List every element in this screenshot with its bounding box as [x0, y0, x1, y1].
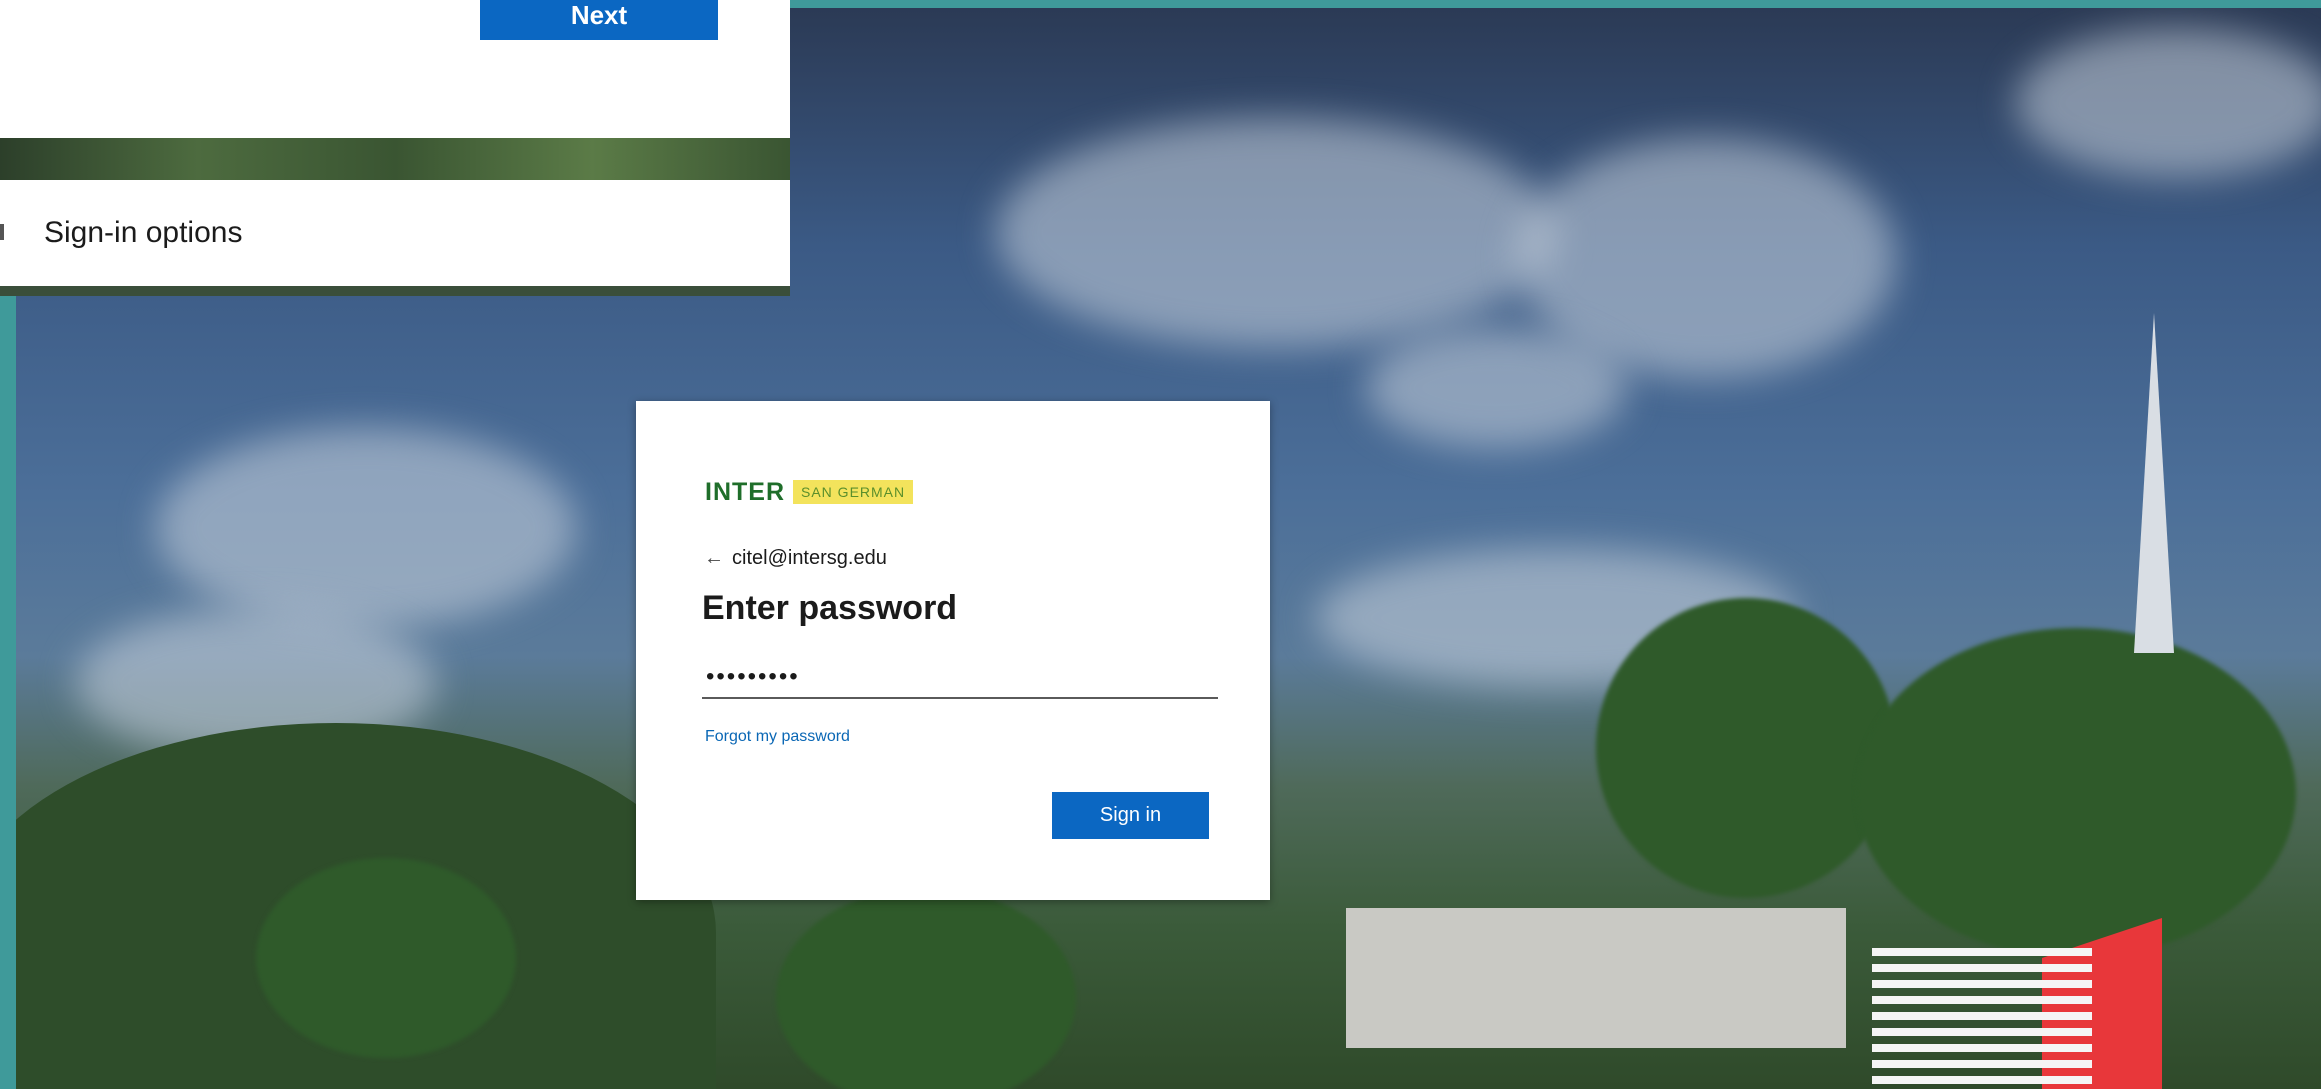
signin-options-label: Sign-in options: [44, 216, 243, 249]
signin-options-bar[interactable]: Sign-in options: [0, 180, 790, 286]
photo-strip: [0, 138, 790, 180]
forgot-password-link[interactable]: Forgot my password: [705, 728, 850, 746]
account-email: citel@intersg.edu: [732, 547, 887, 569]
inter-logo: INTER SAN GERMAN: [705, 477, 914, 507]
arrow-left-icon[interactable]: ←: [704, 547, 724, 570]
account-back-row[interactable]: ← citel@intersg.edu: [704, 547, 887, 570]
password-dialog: INTER SAN GERMAN ← citel@intersg.edu Ent…: [636, 401, 1270, 900]
next-button[interactable]: Next: [480, 0, 718, 40]
sign-in-button[interactable]: Sign in: [1052, 792, 1209, 839]
logo-inter-text: INTER: [705, 477, 785, 506]
page-title: Enter password: [702, 589, 958, 627]
password-field[interactable]: [702, 657, 1218, 699]
previous-dialog: Next: [0, 0, 790, 138]
brand-logo: [1872, 918, 2162, 1089]
key-icon: [0, 224, 8, 240]
photo-strip-bottom: [0, 286, 790, 296]
logo-campus-text: SAN GERMAN: [793, 480, 914, 504]
